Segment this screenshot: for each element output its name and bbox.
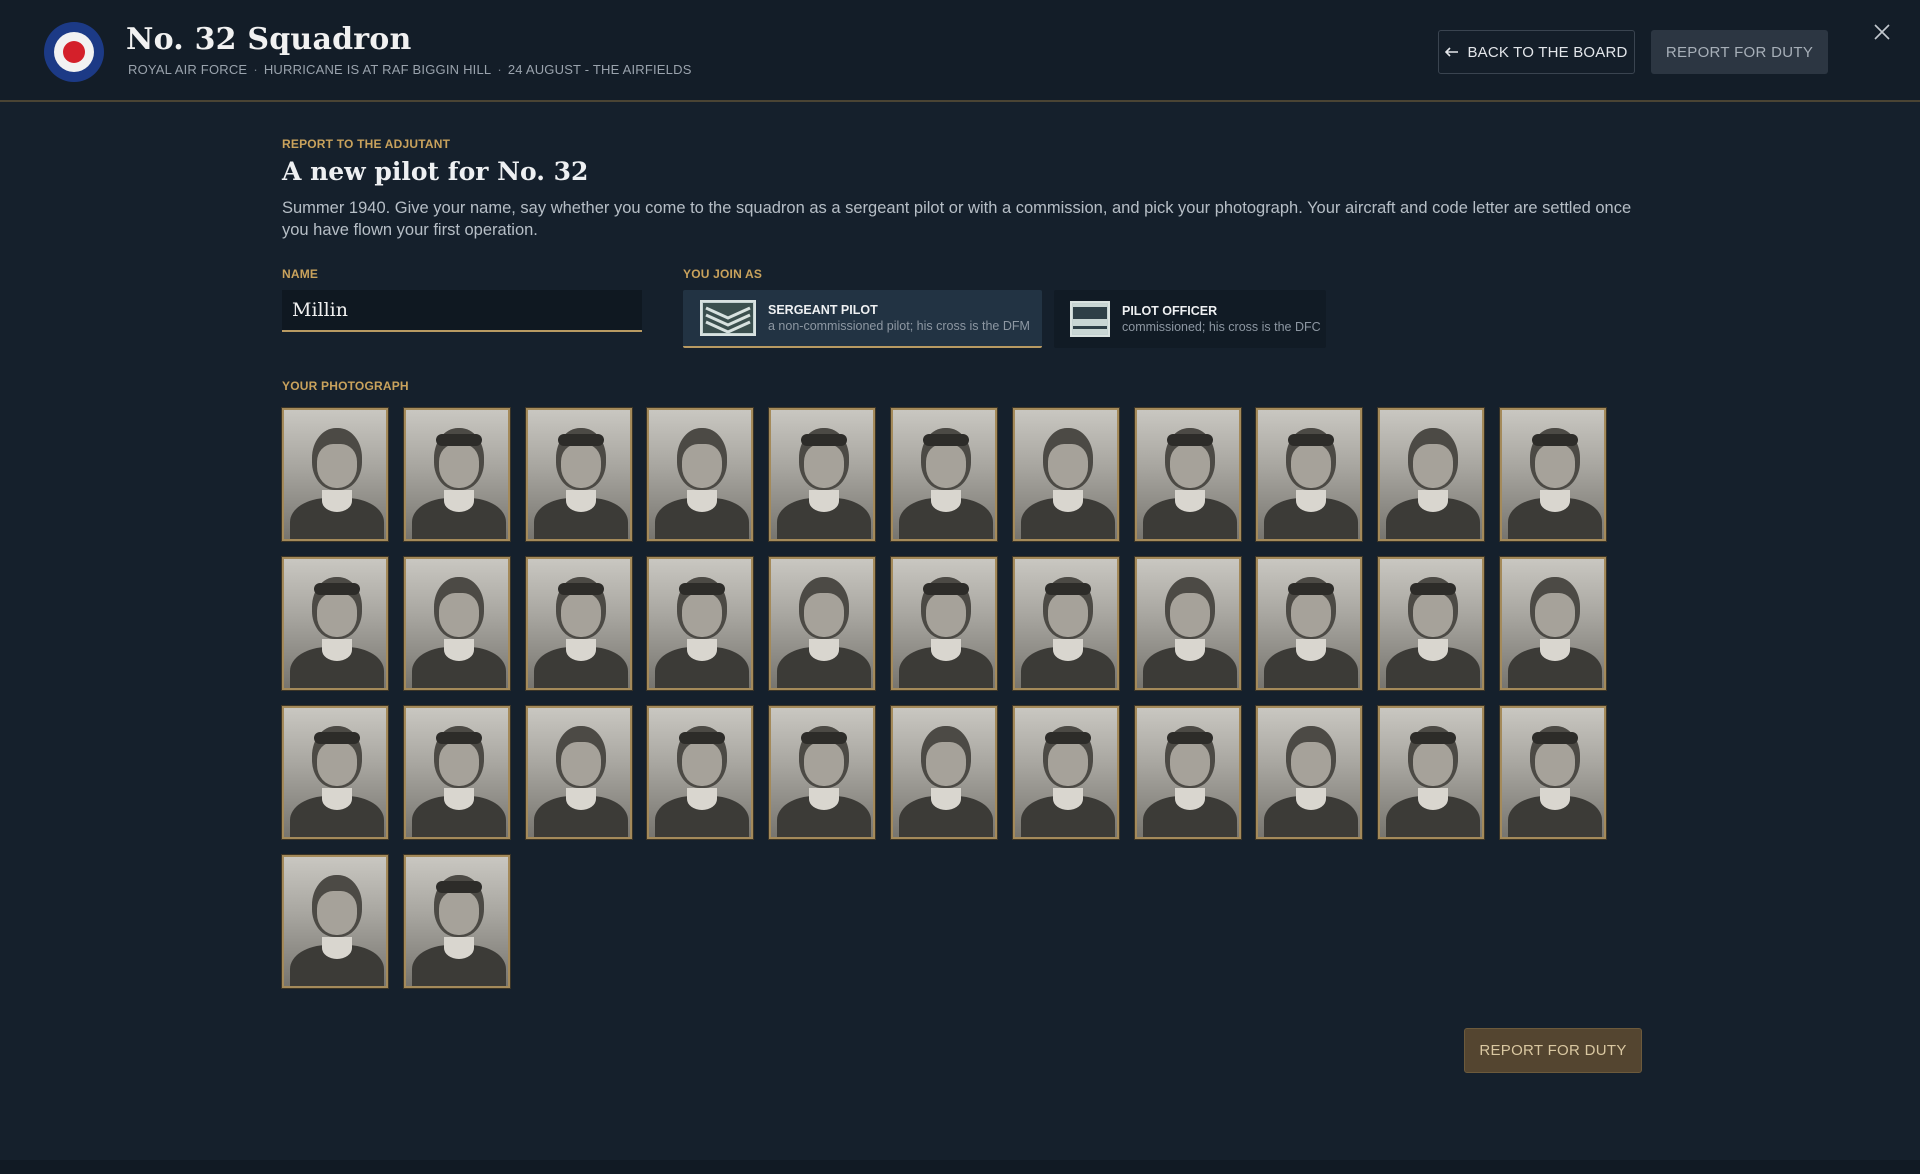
pilot-photo[interactable] (1378, 408, 1485, 541)
squadron-subtitle: ROYAL AIR FORCE · HURRICANE IS AT RAF BIGG… (128, 62, 692, 77)
pilot-photo[interactable] (525, 408, 632, 541)
report-for-duty-top-button[interactable]: REPORT FOR DUTY (1651, 30, 1828, 74)
page-title: A new pilot for No. 32 (282, 157, 589, 186)
pilot-photo[interactable] (1012, 706, 1119, 839)
pilot-photo[interactable] (890, 408, 997, 541)
pilot-photo[interactable] (1134, 408, 1241, 541)
subtitle-part: ROYAL AIR FORCE (128, 62, 248, 77)
pilot-photo[interactable] (769, 408, 876, 541)
pilot-photo[interactable] (1134, 706, 1241, 839)
close-icon[interactable] (1868, 18, 1896, 46)
pilot-photo[interactable] (890, 706, 997, 839)
pilot-photo[interactable] (282, 855, 388, 988)
pilot-photo[interactable] (769, 557, 876, 690)
pilot-photo[interactable] (769, 706, 876, 839)
form-eyebrow: REPORT TO THE ADJUTANT (282, 137, 451, 151)
join-as-label: YOU JOIN AS (683, 267, 763, 281)
sergeant-chevrons-icon (700, 300, 756, 336)
pilot-photo[interactable] (1499, 408, 1606, 541)
rank-name: PILOT OFFICER (1122, 304, 1218, 318)
arrow-left-icon (1445, 47, 1459, 57)
top-bar: No. 32 Squadron ROYAL AIR FORCE · HURRICAN… (0, 0, 1920, 102)
pilot-photo[interactable] (403, 557, 510, 690)
pilot-photo[interactable] (525, 706, 632, 839)
pilot-photo[interactable] (282, 706, 388, 839)
pilot-photo[interactable] (890, 557, 997, 690)
photo-grid (282, 408, 1606, 988)
subtitle-part: HURRICANE IS AT RAF BIGGIN HILL (263, 62, 492, 77)
pilot-photo[interactable] (1499, 706, 1606, 839)
rank-option-sergeant-pilot[interactable]: SERGEANT PILOT a non-commissioned pilot;… (683, 290, 1042, 348)
back-to-board-button[interactable]: BACK TO THE BOARD (1438, 30, 1635, 74)
pilot-photo[interactable] (403, 706, 510, 839)
pilot-photo[interactable] (282, 408, 388, 541)
pilot-photo[interactable] (525, 557, 632, 690)
squadron-title: No. 32 Squadron (126, 22, 412, 57)
footer-strip (0, 1160, 1920, 1174)
pilot-photo[interactable] (1012, 557, 1119, 690)
pilot-photo[interactable] (1134, 557, 1241, 690)
rank-description: a non-commissioned pilot; his cross is t… (768, 319, 1030, 333)
pilot-photo[interactable] (647, 706, 754, 839)
pilot-photo[interactable] (1256, 408, 1363, 541)
subtitle-separator: · (253, 62, 258, 77)
pilot-photo[interactable] (403, 408, 510, 541)
report-for-duty-button[interactable]: REPORT FOR DUTY (1464, 1028, 1642, 1073)
raf-roundel-icon (44, 22, 104, 82)
pilot-photo[interactable] (1378, 557, 1485, 690)
pilot-photo[interactable] (1499, 557, 1606, 690)
pilot-photo[interactable] (1378, 706, 1485, 839)
rank-option-pilot-officer[interactable]: PILOT OFFICER commissioned; his cross is… (1054, 290, 1326, 348)
rank-name: SERGEANT PILOT (768, 303, 878, 317)
subtitle-part: 24 AUGUST - THE AIRFIELDS (507, 62, 692, 77)
back-to-board-label: BACK TO THE BOARD (1467, 43, 1628, 61)
photograph-label: YOUR PHOTOGRAPH (282, 379, 409, 393)
intro-text: Summer 1940. Give your name, say whether… (282, 199, 1632, 239)
pilot-photo[interactable] (1012, 408, 1119, 541)
pilot-photo[interactable] (282, 557, 388, 690)
pilot-photo[interactable] (403, 855, 510, 988)
pilot-photo[interactable] (1256, 557, 1363, 690)
subtitle-separator: · (497, 62, 502, 77)
pilot-photo[interactable] (647, 408, 754, 541)
officer-stripe-icon (1070, 301, 1110, 337)
pilot-photo[interactable] (647, 557, 754, 690)
rank-description: commissioned; his cross is the DFC (1122, 320, 1321, 334)
name-input[interactable] (282, 290, 642, 332)
pilot-photo[interactable] (1256, 706, 1363, 839)
name-label: NAME (282, 267, 319, 281)
